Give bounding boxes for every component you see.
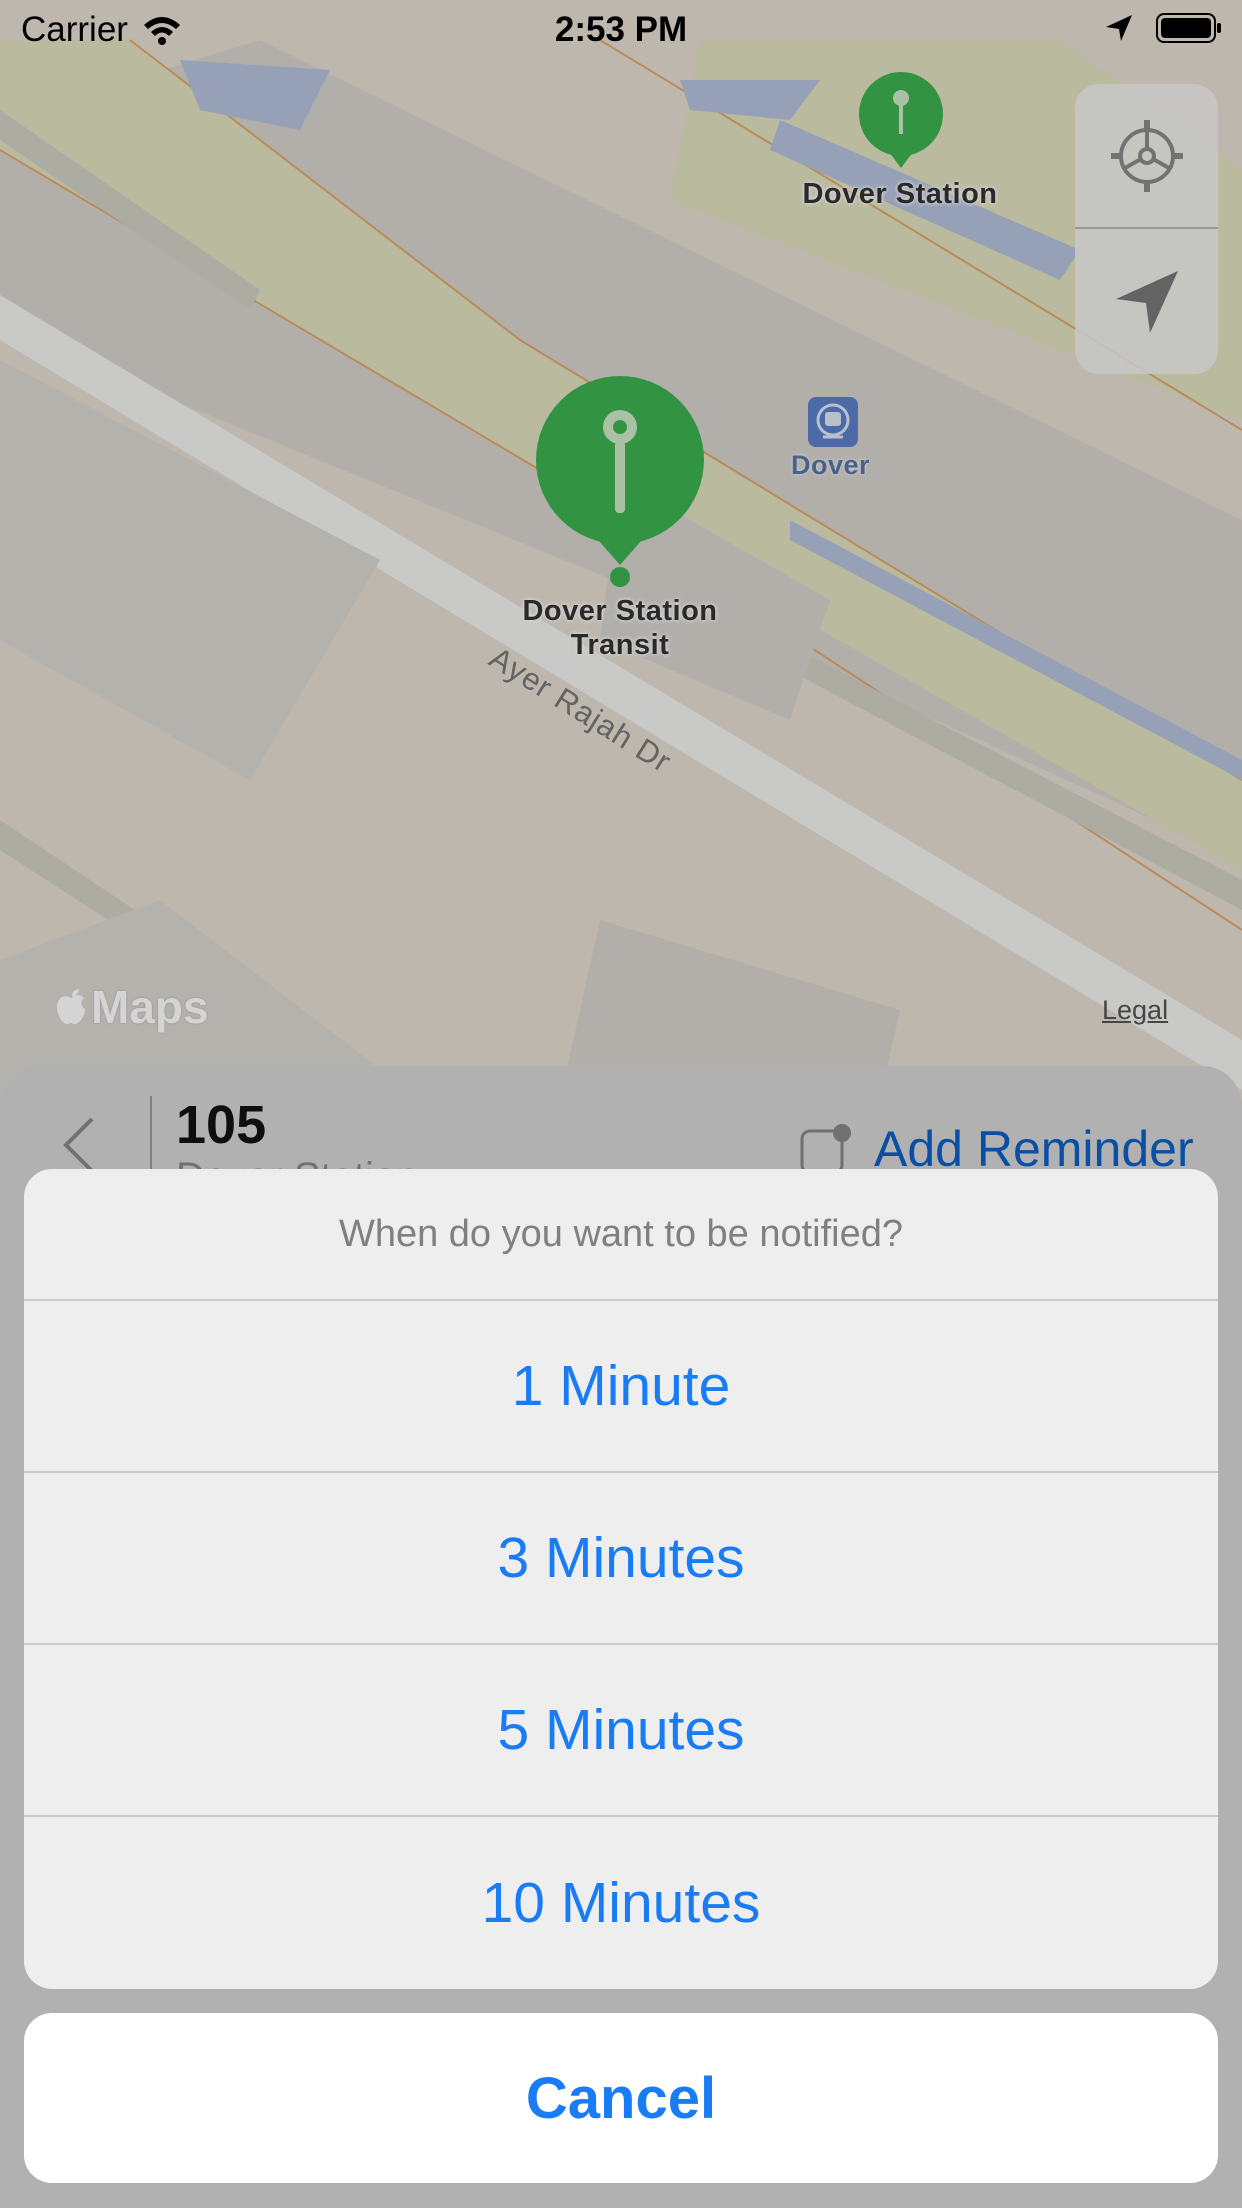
option-1-minute[interactable]: 1 Minute: [24, 1301, 1218, 1473]
action-sheet: When do you want to be notified? 1 Minut…: [24, 1169, 1218, 1989]
option-5-minutes[interactable]: 5 Minutes: [24, 1645, 1218, 1817]
action-sheet-title: When do you want to be notified?: [24, 1169, 1218, 1301]
cancel-button[interactable]: Cancel: [24, 2013, 1218, 2183]
option-10-minutes[interactable]: 10 Minutes: [24, 1817, 1218, 1989]
option-3-minutes[interactable]: 3 Minutes: [24, 1473, 1218, 1645]
